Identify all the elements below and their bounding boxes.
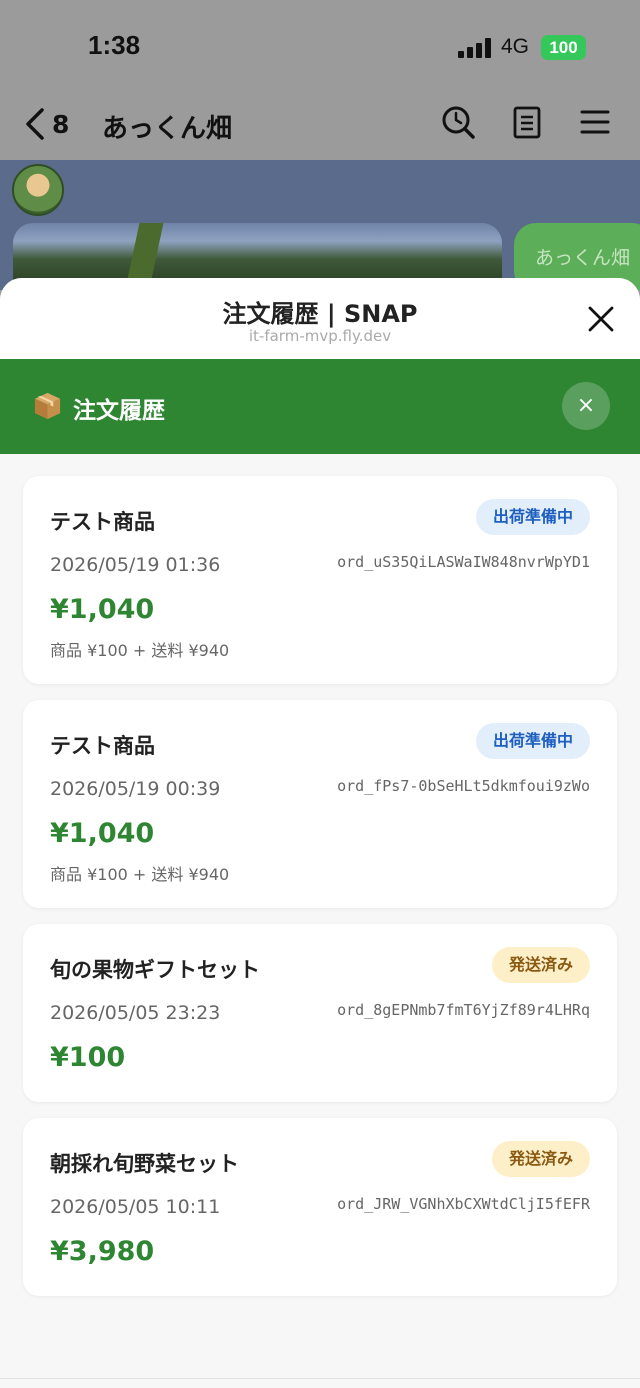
- banner-title: 注文履歴: [73, 398, 165, 424]
- chat-title: あっくん畑: [102, 114, 233, 144]
- order-total: ¥1,040: [50, 594, 155, 625]
- sheet-url: it-farm-mvp.fly.dev: [248, 327, 392, 345]
- order-total: ¥1,040: [50, 818, 155, 849]
- status-badge: 出荷準備中: [475, 723, 590, 759]
- order-id: ord_fPs7-0bSeHLt5dkmfoui9zWo: [337, 777, 590, 795]
- menu-icon[interactable]: [577, 104, 613, 140]
- sheet-title: 注文履歴 | SNAP: [222, 300, 418, 328]
- order-product-name: テスト商品: [50, 734, 155, 758]
- bottom-divider: [0, 1378, 640, 1388]
- signal-icon: [458, 38, 492, 58]
- order-history-sheet: 注文履歴 | SNAP it-farm-mvp.fly.dev 注文履歴 × テ…: [0, 278, 640, 1388]
- sheet-header: 注文履歴 | SNAP it-farm-mvp.fly.dev: [0, 278, 640, 359]
- order-list: テスト商品 出荷準備中 2026/05/19 01:36 ord_uS35QiL…: [23, 476, 617, 1312]
- order-product-name: テスト商品: [50, 510, 155, 534]
- order-date: 2026/05/19 01:36: [50, 554, 221, 576]
- search-icon[interactable]: [440, 104, 476, 140]
- chat-bubble-text: あっくん畑: [535, 247, 631, 269]
- chat-header: 8 あっくん畑: [0, 90, 640, 160]
- order-card[interactable]: 朝採れ旬野菜セット 発送済み 2026/05/05 10:11 ord_JRW_…: [23, 1118, 617, 1296]
- order-product-name: 朝採れ旬野菜セット: [50, 1152, 239, 1176]
- status-badge: 発送済み: [491, 1141, 590, 1177]
- order-date: 2026/05/05 23:23: [50, 1002, 221, 1024]
- network-type: 4G: [501, 35, 530, 58]
- order-total: ¥3,980: [50, 1236, 155, 1267]
- close-icon[interactable]: [588, 306, 614, 332]
- order-id: ord_uS35QiLASWaIW848nvrWpYD1: [337, 553, 590, 571]
- order-card[interactable]: テスト商品 出荷準備中 2026/05/19 00:39 ord_fPs7-0b…: [23, 700, 617, 908]
- notes-icon[interactable]: [509, 104, 545, 140]
- order-id: ord_JRW_VGNhXbCXWtdCljI5fEFR: [337, 1195, 590, 1213]
- status-badge: 発送済み: [491, 947, 590, 983]
- order-card[interactable]: 旬の果物ギフトセット 発送済み 2026/05/05 23:23 ord_8gE…: [23, 924, 617, 1102]
- banner-close-button[interactable]: ×: [562, 382, 610, 430]
- battery-icon: 100: [541, 35, 586, 60]
- status-badge: 出荷準備中: [475, 499, 590, 535]
- package-icon: [34, 392, 61, 420]
- order-history-banner: 注文履歴 ×: [0, 359, 640, 454]
- order-id: ord_8gEPNmb7fmT6YjZf89r4LHRq: [337, 1001, 590, 1019]
- order-card[interactable]: テスト商品 出荷準備中 2026/05/19 01:36 ord_uS35QiL…: [23, 476, 617, 684]
- order-date: 2026/05/19 00:39: [50, 778, 221, 800]
- order-product-name: 旬の果物ギフトセット: [50, 958, 260, 982]
- order-date: 2026/05/05 10:11: [50, 1196, 221, 1218]
- status-bar: 1:38 4G 100: [0, 0, 640, 90]
- avatar[interactable]: [12, 164, 64, 216]
- order-breakdown: 商品 ¥100 + 送料 ¥940: [50, 865, 230, 884]
- order-total: ¥100: [50, 1042, 126, 1073]
- status-time: 1:38: [88, 30, 141, 60]
- unread-count[interactable]: 8: [52, 110, 69, 139]
- chat-background: あっくん畑: [0, 160, 640, 290]
- order-breakdown: 商品 ¥100 + 送料 ¥940: [50, 641, 230, 660]
- back-chevron-icon[interactable]: [20, 104, 50, 144]
